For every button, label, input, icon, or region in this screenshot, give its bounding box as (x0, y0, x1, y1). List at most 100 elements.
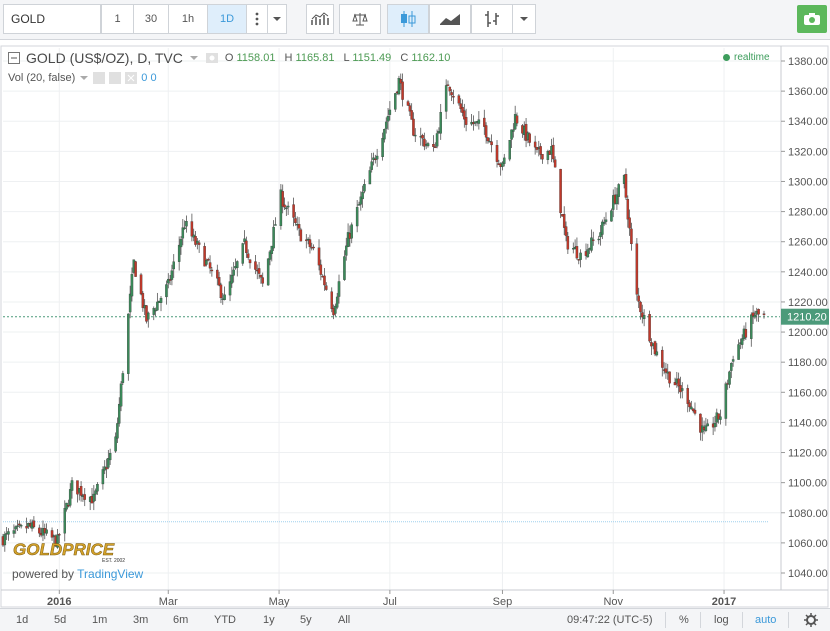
candle-body (96, 484, 99, 492)
interval-30-button[interactable]: 30 (133, 4, 169, 34)
bars-style-icon[interactable] (471, 4, 513, 34)
candle-body (335, 296, 339, 308)
volume-legend: Vol (20, false) 0 0 (8, 72, 157, 84)
candle-body (490, 141, 493, 146)
camera-icon (804, 13, 820, 25)
chevron-down-icon[interactable] (79, 75, 89, 81)
auto-toggle[interactable]: auto (755, 614, 776, 626)
range-1d[interactable]: 1d (16, 614, 28, 626)
candle-body (446, 84, 450, 86)
chart-widget: 1 30 1h 1D (0, 0, 830, 631)
interval-1-button[interactable]: 1 (101, 4, 134, 34)
candle-body (624, 174, 628, 198)
candle-body (183, 227, 186, 230)
candle-body (156, 301, 159, 311)
candle-body (541, 154, 544, 160)
volume-label: Vol (20, false) (8, 72, 76, 84)
collapse-icon[interactable] (8, 52, 20, 64)
close-icon[interactable] (125, 72, 138, 84)
candle-body (552, 144, 555, 160)
candle-body (194, 236, 197, 245)
candle-body (626, 199, 630, 220)
x-tick-label: Mar (159, 596, 178, 608)
y-tick-label: 1260.00 (788, 237, 828, 249)
candle-body (731, 359, 735, 362)
indicators-icon[interactable] (306, 4, 334, 34)
candle-body (246, 253, 250, 258)
chevron-down-icon[interactable] (267, 4, 287, 34)
powered-by[interactable]: powered by TradingView (12, 567, 143, 581)
candle-body (292, 204, 295, 218)
candle-body (317, 247, 321, 266)
candle-body (737, 344, 740, 360)
y-tick-label: 1300.00 (788, 176, 828, 188)
range-5y[interactable]: 5y (300, 614, 312, 626)
more-intervals-icon[interactable] (246, 4, 268, 34)
candle-body (45, 529, 48, 534)
price-axis: 1040.00 1060.00 1080.00 1100.00 1120.00 1140.… (780, 46, 829, 590)
candle-body (210, 269, 214, 272)
candle-body (597, 238, 600, 241)
candle-body (286, 205, 290, 208)
x-tick-label: 2017 (712, 596, 736, 608)
candle-body (179, 239, 183, 248)
candle-body (575, 246, 579, 259)
candle-body (457, 95, 461, 104)
range-1y[interactable]: 1y (263, 614, 275, 626)
candle-body (261, 277, 264, 284)
candle-body (272, 226, 275, 249)
candle-body (444, 85, 448, 112)
candle-body (208, 262, 212, 269)
snapshot-button[interactable] (797, 5, 827, 33)
candle-body (172, 261, 175, 270)
log-toggle[interactable]: log (714, 614, 729, 626)
candle-body (14, 526, 17, 530)
candle-body (16, 525, 19, 527)
range-1m[interactable]: 1m (92, 614, 107, 626)
candle-body (448, 86, 452, 92)
range-6m[interactable]: 6m (173, 614, 188, 626)
eye-icon[interactable] (93, 72, 106, 84)
y-tick-label: 1280.00 (788, 207, 828, 219)
candles-style-icon[interactable] (387, 4, 429, 34)
candle-body (32, 520, 36, 528)
candle-body (223, 294, 226, 301)
y-tick-label: 1220.00 (788, 297, 828, 309)
candle-body (724, 383, 728, 419)
y-tick-label: 1100.00 (788, 478, 827, 490)
candle-body (159, 297, 163, 303)
candle-body (361, 191, 364, 200)
candle-body (384, 121, 388, 129)
candle-body (394, 93, 397, 110)
chevron-down-icon[interactable] (512, 4, 536, 34)
symbol-search-input[interactable] (3, 4, 101, 34)
candle-body (401, 81, 404, 100)
candle-body (719, 416, 722, 420)
candle-body (386, 115, 390, 122)
interval-1d-button[interactable]: 1D (207, 4, 247, 34)
price-chart[interactable]: 1040.00 1060.00 1080.00 1100.00 1120.00 1140.… (0, 40, 830, 608)
range-5d[interactable]: 5d (54, 614, 66, 626)
interval-1h-button[interactable]: 1h (168, 4, 208, 34)
compare-icon[interactable] (339, 4, 381, 34)
candle-body (254, 261, 257, 270)
settings-icon[interactable] (109, 72, 122, 84)
candle-body (762, 313, 766, 315)
range-ytd[interactable]: YTD (214, 614, 236, 626)
bottom-toolbar: 1d 5d 1m 3m 6m YTD 1y 5y All 09:47:22 (U… (0, 608, 830, 631)
candle-body (319, 264, 323, 275)
candle-body (236, 261, 239, 268)
chevron-down-icon[interactable] (189, 55, 199, 61)
y-tick-label: 1360.00 (788, 86, 828, 98)
range-all[interactable]: All (338, 614, 350, 626)
settings-icon[interactable] (205, 52, 219, 64)
candle-body (592, 239, 595, 241)
candle-body (740, 338, 744, 345)
candle-body (610, 210, 613, 222)
range-3m[interactable]: 3m (133, 614, 148, 626)
y-tick-label: 1040.00 (788, 568, 828, 580)
gear-icon[interactable] (804, 613, 818, 627)
percent-toggle[interactable]: % (679, 614, 689, 626)
area-style-icon[interactable] (429, 4, 471, 34)
candle-body (512, 129, 515, 132)
